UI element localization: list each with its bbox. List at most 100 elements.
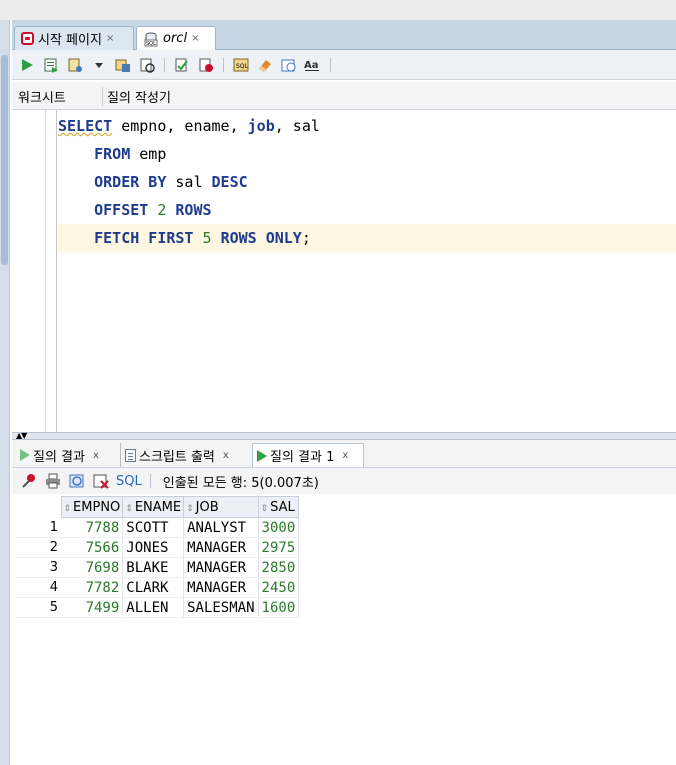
- cell-sal[interactable]: 2975: [258, 537, 300, 558]
- toolbar-separator: [330, 57, 331, 72]
- cell-ename[interactable]: ALLEN: [122, 597, 185, 618]
- cell-ename[interactable]: JONES: [122, 537, 185, 558]
- svg-text:SQL: SQL: [146, 41, 156, 47]
- sql-keyword: OFFSET: [94, 201, 149, 219]
- clear-eraser-icon[interactable]: [256, 56, 274, 74]
- fetch-status: 인출된 모든 행: 5(0.007초): [162, 475, 319, 491]
- table-row[interactable]: 4 7782 CLARK MANAGER 2450: [16, 577, 300, 598]
- tab-script-output[interactable]: 스크립트 출력 x: [120, 443, 233, 467]
- toolbar-separator: [223, 57, 224, 72]
- close-icon[interactable]: x: [342, 450, 348, 461]
- tab-orcl-label: orcl: [163, 31, 188, 46]
- format-case-icon[interactable]: Aa: [304, 56, 322, 74]
- pane-splitter[interactable]: ▲▼: [12, 431, 676, 440]
- cell-sal[interactable]: 1600: [258, 597, 300, 618]
- sort-arrows-icon[interactable]: ⇕: [186, 504, 194, 514]
- editor-mode-tabs: 워크시트 질의 작성기: [12, 82, 676, 110]
- tab-query-result-label: 질의 결과: [33, 449, 85, 465]
- run-result-icon: [257, 449, 267, 462]
- sort-arrows-icon[interactable]: ⇕: [125, 504, 133, 514]
- cell-empno[interactable]: 7698: [61, 557, 124, 578]
- cell-ename[interactable]: BLAKE: [122, 557, 185, 578]
- cell-ename[interactable]: SCOTT: [122, 517, 185, 538]
- close-icon[interactable]: x: [223, 450, 229, 461]
- table-row[interactable]: 5 7499 ALLEN SALESMAN 1600: [16, 597, 300, 618]
- cell-empno[interactable]: 7782: [61, 577, 124, 598]
- sql-tuning-icon[interactable]: SQL: [232, 56, 250, 74]
- row-number: 5: [16, 597, 61, 618]
- cell-empno[interactable]: 7499: [61, 597, 124, 618]
- column-header-label: EMPNO: [73, 499, 121, 515]
- splitter-arrows-icon[interactable]: ▲▼: [16, 431, 27, 440]
- row-number: 4: [16, 577, 61, 598]
- column-header-label: SAL: [270, 499, 295, 515]
- result-tabs: 질의 결과 x 스크립트 출력 x 질의 결과 1 x: [12, 440, 676, 468]
- cell-ename[interactable]: CLARK: [122, 577, 185, 598]
- run-script-icon[interactable]: [42, 56, 60, 74]
- table-row[interactable]: 3 7698 BLAKE MANAGER 2850: [16, 557, 300, 578]
- tab-orcl[interactable]: SQL orcl ×: [136, 26, 216, 50]
- sql-text: emp: [130, 145, 167, 163]
- cell-job[interactable]: MANAGER: [183, 557, 259, 578]
- run-statement-icon[interactable]: [18, 56, 36, 74]
- chevron-down-icon[interactable]: [90, 56, 108, 74]
- row-number: 1: [16, 517, 61, 538]
- history-icon[interactable]: [280, 56, 298, 74]
- cell-job[interactable]: MANAGER: [183, 577, 259, 598]
- cancel-query-icon[interactable]: [92, 472, 110, 490]
- cell-sal[interactable]: 2450: [258, 577, 300, 598]
- tab-query-builder[interactable]: 질의 작성기: [102, 87, 171, 106]
- tab-query-result-1[interactable]: 질의 결과 1 x: [252, 443, 364, 467]
- cell-job[interactable]: ANALYST: [183, 517, 259, 538]
- sort-arrows-icon[interactable]: ⇕: [261, 504, 269, 514]
- cell-empno[interactable]: 7788: [61, 517, 124, 538]
- sql-keyword: FROM: [94, 145, 131, 163]
- table-row[interactable]: 2 7566 JONES MANAGER 2975: [16, 537, 300, 558]
- autotrace-icon[interactable]: [138, 56, 156, 74]
- left-side-panel: [0, 20, 10, 765]
- tab-query-result[interactable]: 질의 결과 x: [16, 443, 103, 467]
- refresh-icon[interactable]: [68, 472, 86, 490]
- close-icon[interactable]: ×: [106, 33, 114, 44]
- commit-transaction-icon[interactable]: [173, 56, 191, 74]
- table-row[interactable]: 1 7788 SCOTT ANALYST 3000: [16, 517, 300, 538]
- sort-arrows-icon[interactable]: ⇕: [64, 504, 72, 514]
- cell-job[interactable]: SALESMAN: [183, 597, 259, 618]
- column-header-job[interactable]: ⇕ JOB: [183, 496, 259, 518]
- cell-sal[interactable]: 2850: [258, 557, 300, 578]
- column-header-sal[interactable]: ⇕ SAL: [257, 496, 300, 518]
- left-scroll-thumb[interactable]: [1, 55, 8, 265]
- tab-worksheet[interactable]: 워크시트: [18, 87, 66, 106]
- tab-start-page[interactable]: 시작 페이지 ×: [14, 26, 134, 50]
- result-grid[interactable]: ⇕ EMPNO ⇕ ENAME ⇕ JOB ⇕ SAL 1 7788 SCOTT ANALYST 30…: [16, 496, 300, 618]
- code-line: ORDER BY sal DESC: [58, 168, 676, 196]
- sql-worksheet-icon: SQL: [143, 31, 159, 47]
- cell-sal[interactable]: 3000: [258, 517, 300, 538]
- cell-job[interactable]: MANAGER: [183, 537, 259, 558]
- tab-query-result-1-label: 질의 결과 1: [270, 450, 335, 465]
- close-icon[interactable]: x: [93, 450, 99, 461]
- window-top-strip: [0, 0, 676, 20]
- explain-plan-icon[interactable]: [114, 56, 132, 74]
- code-line: SELECT empno, ename, job, sal: [58, 112, 676, 140]
- sql-link[interactable]: SQL: [116, 474, 142, 489]
- sql-editor[interactable]: SELECT empno, ename, job, sal FROM emp O…: [12, 110, 676, 432]
- column-header-empno[interactable]: ⇕ EMPNO: [60, 496, 124, 518]
- close-icon[interactable]: ×: [191, 33, 199, 44]
- column-header-label: ENAME: [134, 499, 182, 515]
- pin-icon[interactable]: [20, 472, 38, 490]
- cell-empno[interactable]: 7566: [61, 537, 124, 558]
- column-header-ename[interactable]: ⇕ ENAME: [122, 496, 185, 518]
- rollback-icon[interactable]: [197, 56, 215, 74]
- commit-icon[interactable]: [66, 56, 84, 74]
- line-gutter: [12, 110, 46, 432]
- row-number-header: [16, 496, 61, 518]
- grid-body: 1 7788 SCOTT ANALYST 3000 2 7566 JONES MANAGER 29…: [16, 517, 300, 618]
- row-number: 2: [16, 537, 61, 558]
- print-icon[interactable]: [44, 472, 62, 490]
- toolbar-separator: [149, 474, 151, 488]
